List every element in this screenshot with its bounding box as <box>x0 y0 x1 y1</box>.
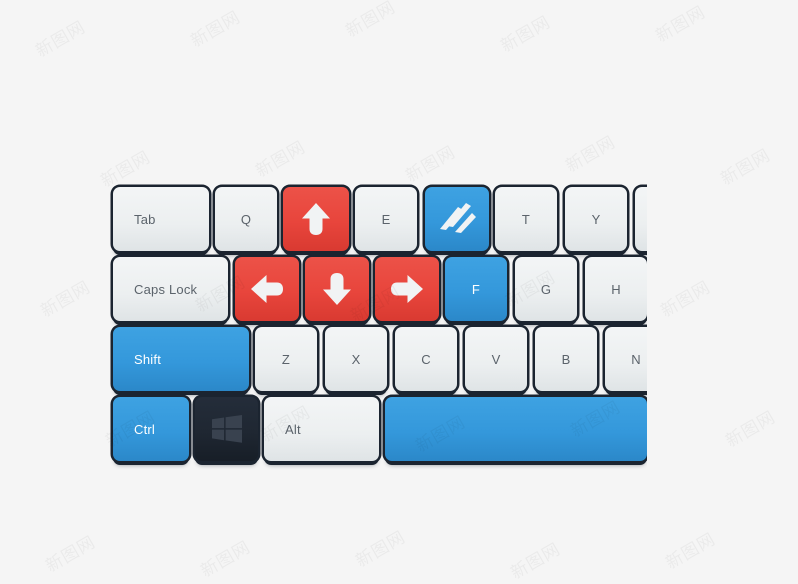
key-ctrl[interactable]: Ctrl <box>113 397 189 461</box>
key-windows[interactable] <box>195 397 258 461</box>
windows-logo-icon <box>195 397 258 461</box>
key-label: Ctrl <box>134 421 156 437</box>
key-spacebar-clipped[interactable] <box>385 397 647 461</box>
right-edge-clip-mask <box>647 0 798 576</box>
key-label: Alt <box>285 421 301 437</box>
key-alt[interactable]: Alt <box>264 397 379 461</box>
